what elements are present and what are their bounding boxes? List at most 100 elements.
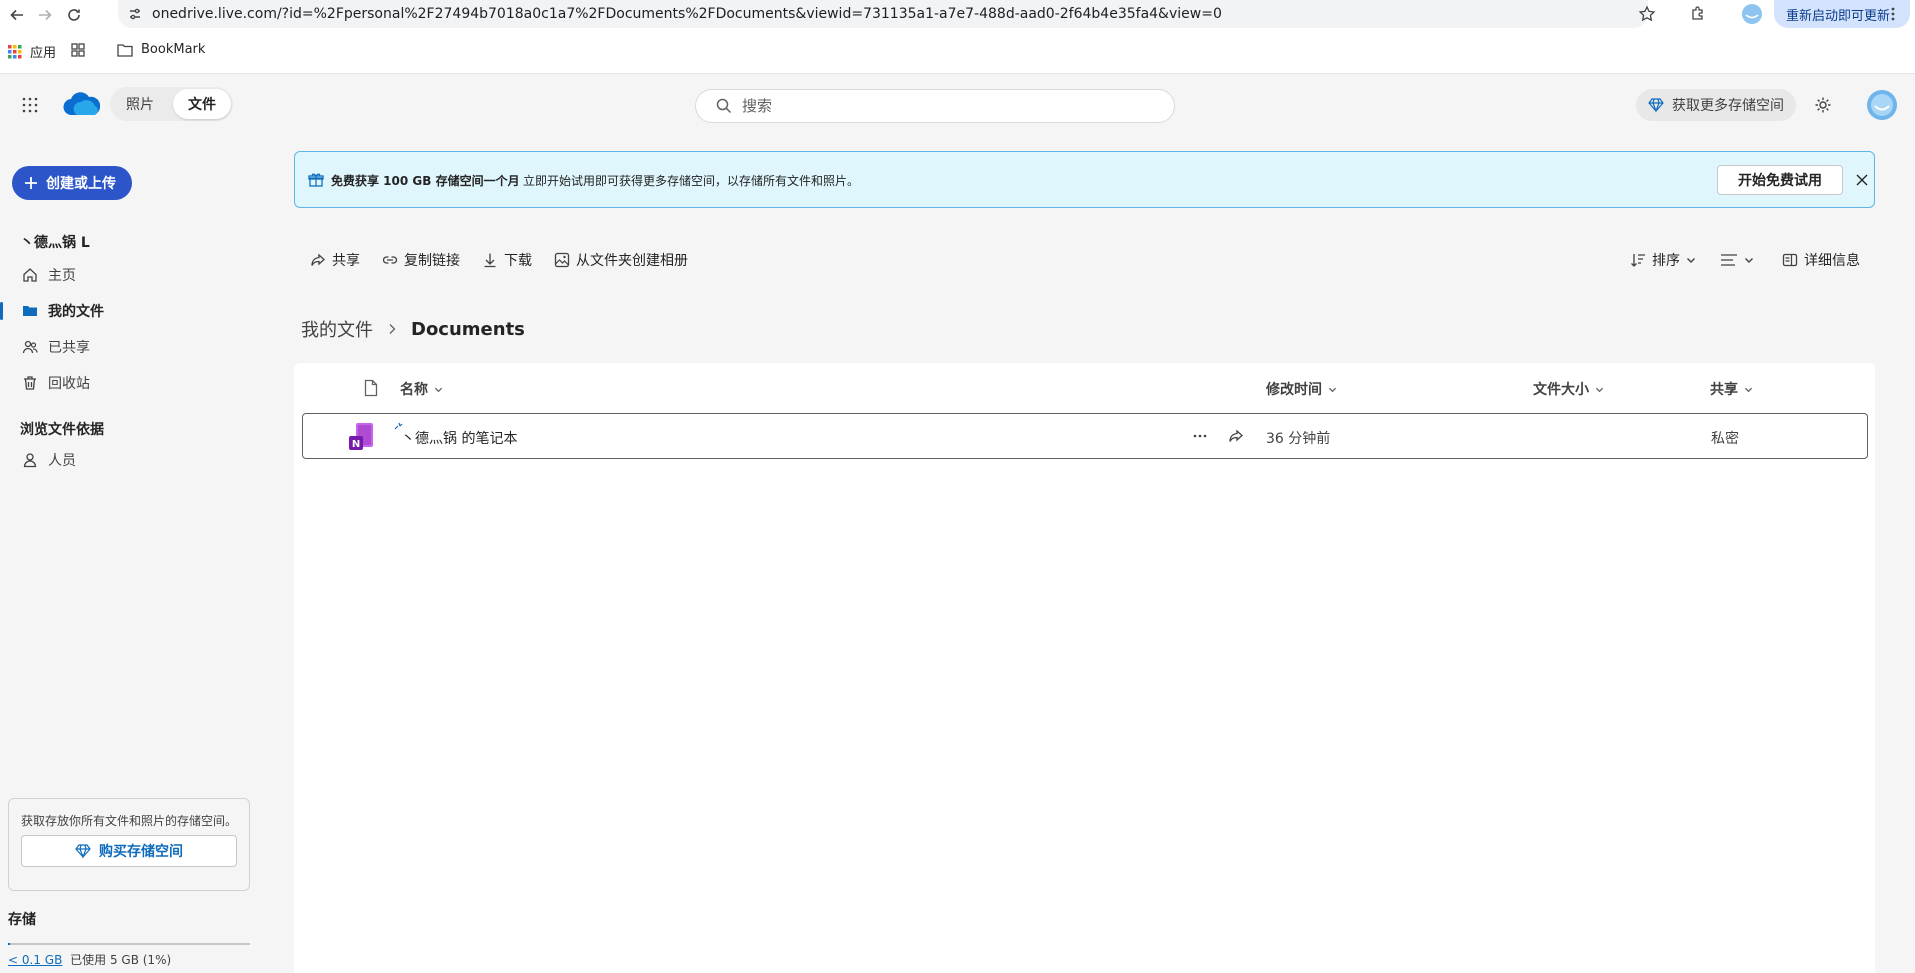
person-icon [23, 453, 37, 468]
app-header: 照片 文件 获取更多存储空间 [0, 75, 1915, 137]
album-icon [554, 252, 570, 268]
site-settings-icon[interactable] [128, 7, 142, 21]
breadcrumb-current: Documents [411, 318, 525, 340]
storage-used-link[interactable]: < 0.1 GB [8, 953, 62, 967]
file-modified: 36 分钟前 [1266, 431, 1331, 447]
settings-gear-icon[interactable] [1814, 96, 1832, 114]
buy-storage-label: 购买存储空间 [99, 844, 183, 860]
column-header-label: 文件大小 [1533, 382, 1589, 398]
get-more-storage-button[interactable]: 获取更多存储空间 [1636, 89, 1796, 121]
details-label: 详细信息 [1804, 253, 1860, 269]
browser-toolbar: onedrive.live.com/?id=%2Fpersonal%2F2749… [0, 0, 1915, 28]
create-or-upload-button[interactable]: 创建或上传 [12, 166, 132, 200]
account-avatar-icon[interactable] [1866, 89, 1898, 121]
download-label: 下载 [504, 253, 532, 269]
storage-promo-card: 获取存放你所有文件和照片的存储空间。 购买存储空间 [8, 798, 250, 891]
storage-heading: 存储 [8, 912, 36, 928]
copy-link-command[interactable]: 复制链接 [382, 248, 460, 272]
view-switcher: 照片 文件 [110, 87, 233, 121]
table-row[interactable]: N 丶德灬锅 的笔记本 36 分钟前 私密 [302, 413, 1868, 459]
share-icon[interactable] [1228, 428, 1244, 444]
view-options-command[interactable] [1720, 248, 1754, 272]
app-launcher-icon[interactable] [22, 97, 38, 113]
sidebar-item-label: 已共享 [48, 340, 90, 356]
column-header-modified[interactable]: 修改时间 [1266, 379, 1337, 399]
sidebar-item-people[interactable]: 人员 [0, 443, 280, 477]
svg-text:N: N [352, 439, 360, 450]
sidebar-item-home[interactable]: 主页 [0, 258, 280, 292]
extensions-icon[interactable] [1689, 5, 1707, 23]
chevron-right-icon [389, 324, 396, 334]
storage-used-text: 已使用 5 GB (1%) [70, 953, 172, 967]
column-header-label: 修改时间 [1266, 382, 1322, 398]
search-input[interactable] [742, 97, 1142, 115]
apps-grid-icon [8, 44, 22, 58]
bookmark-bar: 应用 BookMark [0, 28, 1915, 74]
sidebar-item-my-files[interactable]: 我的文件 [0, 294, 280, 328]
sidebar-item-shared[interactable]: 已共享 [0, 330, 280, 364]
list-view-icon [1721, 254, 1737, 266]
download-command[interactable]: 下载 [482, 248, 532, 272]
details-command[interactable]: 详细信息 [1782, 248, 1860, 272]
buy-storage-button[interactable]: 购买存储空间 [21, 835, 237, 867]
column-header-name[interactable]: 名称 [400, 379, 443, 399]
download-icon [484, 253, 496, 268]
close-banner-button[interactable] [1853, 171, 1871, 189]
breadcrumb-root[interactable]: 我的文件 [301, 316, 373, 342]
back-button[interactable] [6, 4, 28, 26]
file-name[interactable]: 丶德灬锅 的笔记本 [401, 428, 517, 448]
chevron-down-icon [1328, 387, 1337, 392]
storage-progress-fill [8, 943, 11, 945]
column-header-size[interactable]: 文件大小 [1533, 379, 1604, 399]
sort-command[interactable]: 排序 [1630, 248, 1696, 272]
promo-banner: 免费获享 100 GB 存储空间一个月 立即开始试用即可获得更多存储空间，以存储… [294, 151, 1875, 208]
onedrive-logo-icon[interactable] [62, 91, 100, 117]
close-icon [1856, 174, 1868, 186]
reload-icon [68, 9, 80, 21]
file-type-header-icon[interactable] [364, 379, 378, 397]
bookmark-folder[interactable]: BookMark [117, 42, 205, 57]
forward-arrow-icon [39, 9, 52, 21]
search-box[interactable] [695, 89, 1175, 123]
browser-menu-icon[interactable] [1890, 6, 1896, 22]
link-icon [382, 256, 398, 264]
tab-files[interactable]: 文件 [173, 89, 231, 119]
file-list: 名称 修改时间 文件大小 共享 N 丶德灬锅 的笔记本 36 分钟前 私密 [294, 363, 1875, 973]
banner-message: 立即开始试用即可获得更多存储空间，以存储所有文件和照片。 [523, 174, 860, 188]
folder-icon [23, 306, 37, 316]
column-header-label: 共享 [1710, 382, 1738, 398]
browse-by-heading: 浏览文件依据 [20, 422, 104, 438]
apps-bookmark[interactable]: 应用 [8, 42, 56, 61]
storage-usage: < 0.1 GB 已使用 5 GB (1%) [8, 951, 171, 968]
forward-button[interactable] [34, 4, 56, 26]
tab-photos[interactable]: 照片 [112, 89, 168, 119]
start-free-trial-button[interactable]: 开始免费试用 [1717, 165, 1843, 195]
sidebar-item-recycle-bin[interactable]: 回收站 [0, 366, 280, 400]
sidebar-item-label: 回收站 [48, 376, 90, 392]
chevron-down-icon [1687, 258, 1695, 263]
column-header-label: 名称 [400, 382, 428, 398]
tab-groups-icon[interactable] [71, 43, 85, 57]
folder-outline-icon [117, 43, 133, 57]
chevron-down-icon [1744, 387, 1753, 392]
share-command[interactable]: 共享 [310, 248, 360, 272]
create-or-upload-label: 创建或上传 [46, 176, 116, 192]
share-icon [311, 253, 325, 266]
url-text[interactable]: onedrive.live.com/?id=%2Fpersonal%2F2749… [152, 6, 1592, 22]
profile-avatar-icon[interactable] [1741, 3, 1763, 25]
storage-promo-text: 获取存放你所有文件和照片的存储空间。 [21, 814, 238, 828]
column-header-sharing[interactable]: 共享 [1710, 379, 1753, 399]
people-icon [22, 340, 38, 354]
chevron-down-icon [1595, 387, 1604, 392]
gift-icon [308, 173, 324, 187]
more-options-icon[interactable] [1193, 434, 1207, 438]
apps-label: 应用 [30, 46, 57, 61]
bookmark-label: BookMark [141, 42, 206, 57]
address-bar[interactable]: onedrive.live.com/?id=%2Fpersonal%2F2749… [118, 0, 1648, 28]
reload-button[interactable] [63, 4, 85, 26]
get-more-storage-label: 获取更多存储空间 [1672, 98, 1784, 114]
bookmark-star-icon[interactable] [1638, 5, 1656, 23]
diamond-icon [1648, 98, 1664, 113]
trash-icon [24, 376, 36, 390]
create-album-command[interactable]: 从文件夹创建相册 [554, 248, 688, 272]
